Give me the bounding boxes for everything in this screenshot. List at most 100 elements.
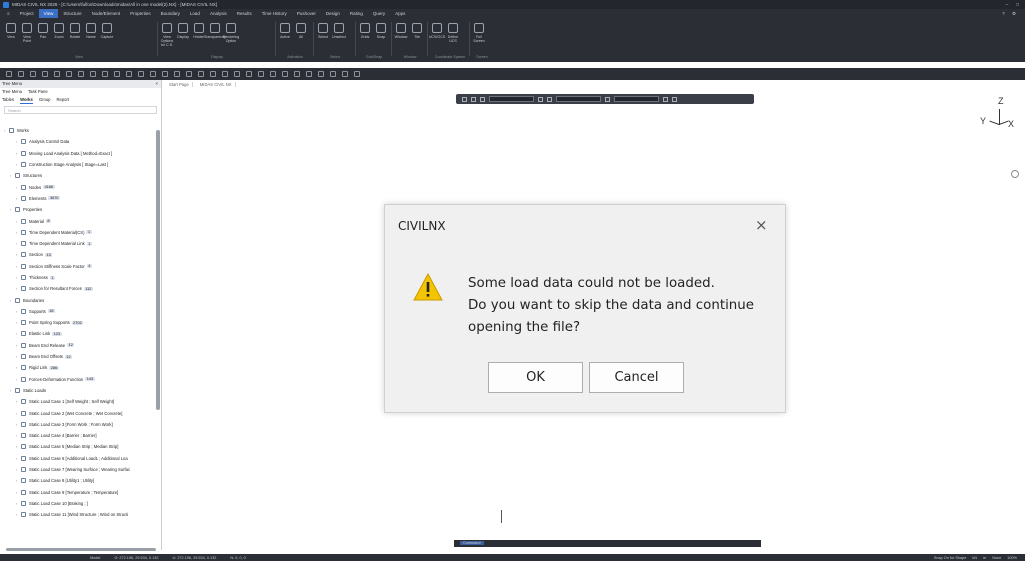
tree-item[interactable]: › Static Loads bbox=[2, 385, 154, 396]
quick-tool-icon[interactable] bbox=[174, 71, 180, 77]
quick-tool-icon[interactable] bbox=[330, 71, 336, 77]
ribbon-button-full-screen[interactable]: Full Screen bbox=[472, 20, 486, 43]
tree-item[interactable]: › Static Load Case 10 [Braking ; ] bbox=[2, 498, 154, 509]
view-select-dropdown[interactable] bbox=[489, 96, 534, 102]
tree-item[interactable]: › Time Dependent Material Link 1 bbox=[2, 238, 154, 249]
ribbon-button-transparency[interactable]: Transparency bbox=[204, 20, 226, 47]
view-tool-icon[interactable] bbox=[538, 96, 543, 102]
quick-tool-icon[interactable] bbox=[114, 71, 120, 77]
tree-item[interactable]: › Works bbox=[2, 125, 154, 136]
view-tool-icon[interactable] bbox=[605, 96, 610, 102]
maximize-icon[interactable]: □ bbox=[1016, 2, 1019, 7]
tab-tree-menu[interactable]: Tree Menu bbox=[2, 88, 22, 96]
tree-item[interactable]: › Beam End Offsets 12 bbox=[2, 351, 154, 362]
quick-tool-icon[interactable] bbox=[306, 71, 312, 77]
quick-tool-icon[interactable] bbox=[78, 71, 84, 77]
view-filter-dropdown[interactable] bbox=[556, 96, 601, 102]
panel-close-icon[interactable]: × bbox=[156, 80, 161, 88]
tree-item[interactable]: › Static Load Case 9 [Temperature ; Tempe… bbox=[2, 487, 154, 498]
ribbon-button-select[interactable]: Select bbox=[316, 20, 330, 39]
tree-item[interactable]: › Structures bbox=[2, 170, 154, 181]
quick-tool-icon[interactable] bbox=[318, 71, 324, 77]
status-length-unit[interactable]: m bbox=[983, 556, 986, 560]
tree-horizontal-scrollbar[interactable] bbox=[6, 548, 156, 551]
command-bar[interactable]: Command bbox=[454, 540, 761, 547]
quick-tool-icon[interactable] bbox=[198, 71, 204, 77]
menu-item-results[interactable]: Results bbox=[232, 9, 257, 18]
view-tool-icon[interactable] bbox=[547, 96, 552, 102]
tab-start-page[interactable]: Start Page bbox=[166, 82, 193, 87]
quick-tool-icon[interactable] bbox=[294, 71, 300, 77]
tree-item[interactable]: › Static Load Case 5 [Median Strip ; Medi… bbox=[2, 441, 154, 452]
ribbon-button-rendering-option[interactable]: Rendering Option bbox=[223, 20, 239, 47]
ribbon-button-rotate[interactable]: Rotate bbox=[68, 20, 82, 43]
ribbon-button-active[interactable]: Active bbox=[278, 20, 292, 39]
menu-item-boundary[interactable]: Boundary bbox=[156, 9, 185, 18]
tree-item[interactable]: › Construction Stage Analysis [ Stage=Las… bbox=[2, 159, 154, 170]
quick-tool-icon[interactable] bbox=[90, 71, 96, 77]
tree-item[interactable]: › Material 8 bbox=[2, 215, 154, 226]
tree-item[interactable]: › Static Load Case 4 [Barrier ; Barrier] bbox=[2, 430, 154, 441]
tree-item[interactable]: › Static Load Case 3 [Form Work ; Form Wo… bbox=[2, 419, 154, 430]
ribbon-button-name[interactable]: Name bbox=[84, 20, 98, 43]
subtab-group[interactable]: Group bbox=[39, 96, 51, 104]
quick-tool-icon[interactable] bbox=[282, 71, 288, 77]
status-none[interactable]: None bbox=[992, 556, 1001, 560]
tree-item[interactable]: › Thickness 1 bbox=[2, 272, 154, 283]
quick-tool-icon[interactable] bbox=[54, 71, 60, 77]
tree-item[interactable]: › Static Load Case 2 [Wet Concrete ; Wet … bbox=[2, 407, 154, 418]
ribbon-button-grids[interactable]: Grids bbox=[358, 20, 372, 39]
quick-tool-icon[interactable] bbox=[246, 71, 252, 77]
tree-item[interactable]: › Elements 3670 bbox=[2, 193, 154, 204]
ribbon-button-window[interactable]: Window bbox=[394, 20, 408, 39]
ribbon-button-pan[interactable]: Pan bbox=[36, 20, 50, 43]
settings-icon[interactable] bbox=[1011, 170, 1019, 178]
quick-tool-icon[interactable] bbox=[66, 71, 72, 77]
tree-item[interactable]: › Section 13 bbox=[2, 249, 154, 260]
quick-tool-icon[interactable] bbox=[138, 71, 144, 77]
tree-item[interactable]: › Boundaries bbox=[2, 294, 154, 305]
quick-tool-icon[interactable] bbox=[354, 71, 360, 77]
tab-model[interactable]: MIDAS CIVIL NX bbox=[197, 82, 236, 87]
quick-tool-icon[interactable] bbox=[18, 71, 24, 77]
tab-task-pane[interactable]: Task Pane bbox=[28, 88, 48, 96]
status-force-unit[interactable]: kN bbox=[972, 556, 977, 560]
help-icons[interactable]: ? ⚙ bbox=[997, 9, 1025, 18]
quick-tool-icon[interactable] bbox=[210, 71, 216, 77]
ribbon-button-view[interactable]: View bbox=[4, 20, 18, 43]
tree-item[interactable]: › Point Spring Supports 2702 bbox=[2, 317, 154, 328]
quick-tool-icon[interactable] bbox=[162, 71, 168, 77]
menu-item-analysis[interactable]: Analysis bbox=[205, 9, 232, 18]
tree-item[interactable]: › Supports 18 bbox=[2, 306, 154, 317]
tree-item[interactable]: › Static Load Case 11 [Wind Structure ; W… bbox=[2, 509, 154, 520]
tree-item[interactable]: › Moving Load Analysis Data [ Method=Exac… bbox=[2, 148, 154, 159]
tree-vertical-scrollbar[interactable] bbox=[156, 130, 160, 410]
ok-button[interactable]: OK bbox=[488, 362, 583, 393]
status-zoom[interactable]: 100% bbox=[1007, 556, 1017, 560]
menu-item-project[interactable]: Project bbox=[15, 9, 39, 18]
quick-access-icon[interactable]: ≡ bbox=[2, 9, 15, 18]
view-tool-icon[interactable] bbox=[672, 96, 677, 102]
quick-tool-icon[interactable] bbox=[258, 71, 264, 77]
tree-item[interactable]: › Section for Resultant Forces 112 bbox=[2, 283, 154, 294]
menu-item-pushover[interactable]: Pushover bbox=[292, 9, 321, 18]
quick-tool-icon[interactable] bbox=[222, 71, 228, 77]
quick-tool-icon[interactable] bbox=[186, 71, 192, 77]
menu-item-properties[interactable]: Properties bbox=[125, 9, 156, 18]
tree-item[interactable]: › Section Stiffness Scale Factor 4 bbox=[2, 261, 154, 272]
ribbon-button-define-ucs[interactable]: Define UCS bbox=[446, 20, 460, 43]
ribbon-button-view-point[interactable]: View Point bbox=[20, 20, 34, 43]
tree-item[interactable]: › Static Load Case 6 [Additional Load1 ; … bbox=[2, 453, 154, 464]
view-option-dropdown[interactable] bbox=[614, 96, 659, 102]
tree-item[interactable]: › Properties bbox=[2, 204, 154, 215]
ribbon-button-snap[interactable]: Snap bbox=[374, 20, 388, 39]
dialog-close-icon[interactable]: × bbox=[755, 216, 768, 234]
tree-item[interactable]: › Nodes 4166 bbox=[2, 181, 154, 192]
ribbon-button-unselect[interactable]: Unselect bbox=[332, 20, 346, 39]
menu-item-design[interactable]: Design bbox=[321, 9, 345, 18]
quick-tool-icon[interactable] bbox=[270, 71, 276, 77]
menu-item-structure[interactable]: Structure bbox=[58, 9, 86, 18]
ribbon-button-zoom[interactable]: Zoom bbox=[52, 20, 66, 43]
view-tool-icon[interactable] bbox=[663, 96, 668, 102]
menu-item-load[interactable]: Load bbox=[185, 9, 205, 18]
